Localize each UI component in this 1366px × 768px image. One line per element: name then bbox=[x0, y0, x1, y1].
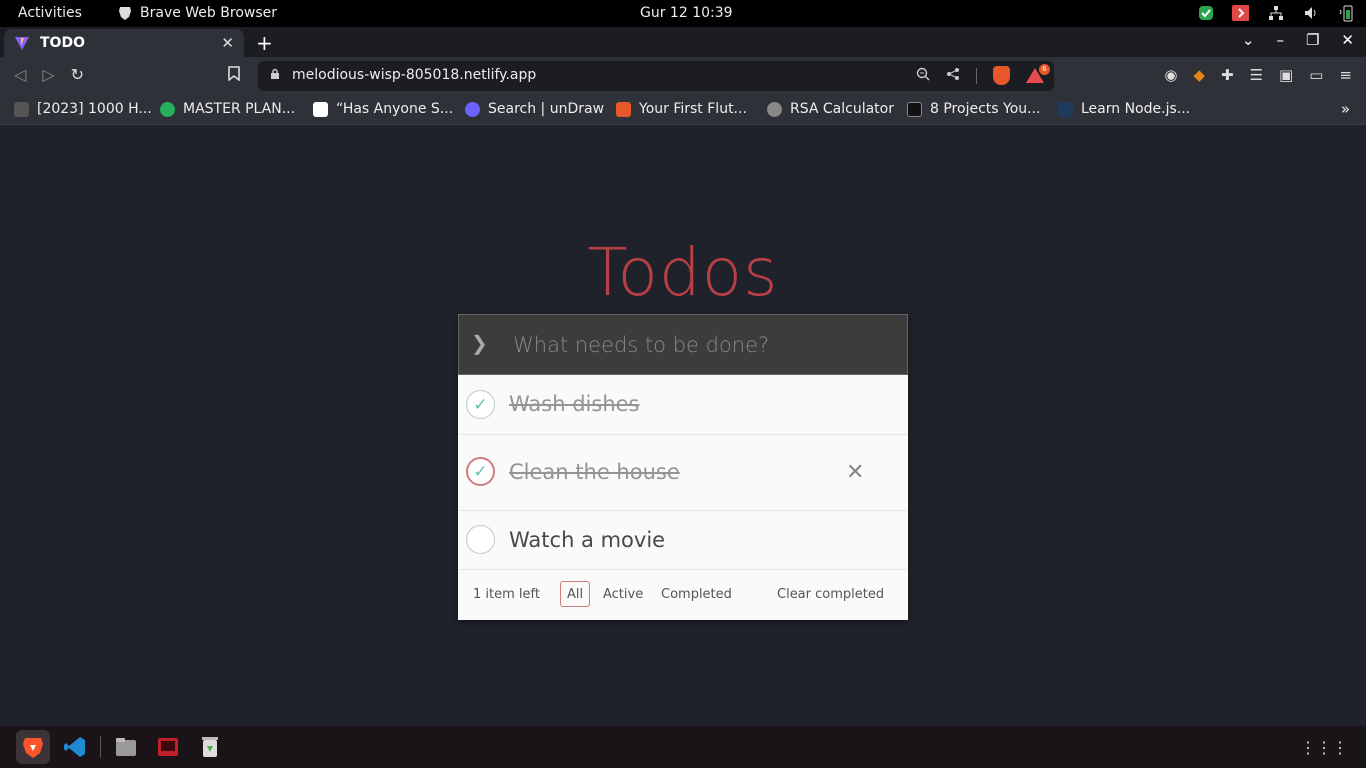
vite-favicon-icon bbox=[15, 37, 29, 50]
toggle-all-chevron-icon[interactable]: ❯ bbox=[471, 331, 488, 355]
brave-shields-icon[interactable] bbox=[993, 66, 1010, 85]
rewards-badge: 6 bbox=[1039, 63, 1050, 75]
bookmark-favicon-icon bbox=[313, 101, 328, 117]
address-bar[interactable]: melodious-wisp-805018.netlify.app 6 bbox=[258, 61, 1054, 91]
todo-label[interactable]: Wash dishes bbox=[509, 392, 640, 416]
url-text[interactable]: melodious-wisp-805018.netlify.app bbox=[292, 67, 536, 83]
tab-strip: TODO ✕ + ⌄ – ❐ ✕ bbox=[0, 27, 1366, 57]
page-content: Todos ❯ ✓ Wash dishes ✓ Clean the house … bbox=[0, 126, 1366, 726]
bookmark-favicon-icon bbox=[160, 101, 175, 117]
system-top-bar: Activities Brave Web Browser Gur 12 10:3… bbox=[0, 0, 1366, 27]
todo-item[interactable]: ✓ Wash dishes bbox=[458, 375, 908, 435]
activities-button[interactable]: Activities bbox=[18, 5, 82, 21]
maximize-icon[interactable]: ❐ bbox=[1306, 31, 1319, 49]
delete-todo-icon[interactable]: ✕ bbox=[846, 460, 864, 485]
todo-checkbox[interactable]: ✓ bbox=[466, 457, 495, 486]
sidebar-icon[interactable]: ▣ bbox=[1279, 66, 1293, 84]
bookmark-item[interactable]: Learn Node.js... bbox=[1058, 101, 1190, 117]
shield-check-icon[interactable] bbox=[1197, 4, 1214, 21]
separator bbox=[976, 67, 977, 84]
tab-close-icon[interactable]: ✕ bbox=[221, 34, 234, 52]
clock[interactable]: Gur 12 10:39 bbox=[640, 5, 733, 21]
bookmark-item[interactable]: Your First Flut... bbox=[616, 101, 747, 117]
bookmark-item[interactable]: MASTER PLAN... bbox=[160, 101, 295, 117]
zoom-icon[interactable] bbox=[916, 67, 930, 85]
brave-lion-icon bbox=[119, 7, 131, 20]
dock-files-icon[interactable] bbox=[109, 730, 143, 764]
share-icon[interactable] bbox=[946, 67, 960, 85]
todo-footer: 1 item left All Active Completed Clear c… bbox=[458, 570, 908, 620]
todo-label[interactable]: Watch a movie bbox=[509, 528, 665, 552]
bookmark-icon[interactable] bbox=[228, 66, 240, 85]
bookmark-item[interactable]: “Has Anyone S... bbox=[313, 101, 453, 117]
extensions-puzzle-icon[interactable]: ✚ bbox=[1221, 66, 1234, 84]
bookmarks-overflow-icon[interactable]: » bbox=[1341, 100, 1350, 118]
filter-all[interactable]: All bbox=[560, 581, 591, 607]
dock-trash-icon[interactable] bbox=[193, 730, 227, 764]
battery-icon[interactable] bbox=[1337, 4, 1354, 21]
bookmark-favicon-icon bbox=[767, 101, 782, 117]
bookmark-item[interactable]: 8 Projects You... bbox=[907, 101, 1040, 117]
brave-rewards-icon[interactable]: 6 bbox=[1026, 63, 1050, 84]
dock-brave-icon[interactable] bbox=[16, 730, 50, 764]
bookmark-favicon-icon bbox=[465, 101, 480, 117]
volume-icon[interactable] bbox=[1302, 4, 1319, 21]
browser-toolbar: ◁ ▷ ↻ melodious-wisp-805018.netlify.app … bbox=[0, 57, 1366, 95]
app-menu[interactable]: Brave Web Browser bbox=[118, 5, 277, 21]
tab-todo[interactable]: TODO ✕ bbox=[4, 29, 244, 57]
minimize-icon[interactable]: – bbox=[1276, 31, 1284, 49]
forward-icon[interactable]: ▷ bbox=[42, 65, 54, 84]
app-name-label: Brave Web Browser bbox=[140, 5, 277, 21]
todo-item[interactable]: ✓ Watch a movie bbox=[458, 511, 908, 570]
filter-completed[interactable]: Completed bbox=[654, 581, 739, 607]
lock-icon[interactable] bbox=[270, 67, 280, 83]
media-playlist-icon[interactable]: ☰ bbox=[1250, 66, 1263, 84]
show-apps-grid-icon[interactable]: ⋮⋮⋮ bbox=[1300, 738, 1348, 757]
items-left-count: 1 item left bbox=[473, 587, 540, 602]
vpn-icon[interactable]: ◉ bbox=[1164, 66, 1177, 84]
bookmark-favicon-icon bbox=[907, 101, 922, 117]
window-controls: ⌄ – ❐ ✕ bbox=[1242, 31, 1354, 49]
bookmark-item[interactable]: [2023] 1000 H... bbox=[14, 101, 152, 117]
reload-icon[interactable]: ↻ bbox=[71, 65, 84, 84]
new-todo-row: ❯ bbox=[458, 314, 908, 375]
tab-search-chevron-icon[interactable]: ⌄ bbox=[1242, 31, 1255, 49]
bookmark-item[interactable]: RSA Calculator bbox=[767, 101, 894, 117]
todo-label[interactable]: Clean the house bbox=[509, 460, 680, 484]
dock-app-icon[interactable] bbox=[151, 730, 185, 764]
todo-item[interactable]: ✓ Clean the house ✕ bbox=[458, 435, 908, 511]
dock-separator bbox=[100, 736, 101, 758]
bookmarks-bar: [2023] 1000 H... MASTER PLAN... “Has Any… bbox=[0, 95, 1366, 125]
todo-checkbox[interactable]: ✓ bbox=[466, 525, 495, 554]
tab-title: TODO bbox=[40, 35, 85, 51]
bookmark-favicon-icon bbox=[1058, 101, 1073, 117]
todo-checkbox[interactable]: ✓ bbox=[466, 390, 495, 419]
new-tab-button[interactable]: + bbox=[256, 31, 273, 55]
metamask-fox-icon[interactable]: ◆ bbox=[1193, 66, 1205, 84]
wallet-icon[interactable]: ▭ bbox=[1309, 66, 1323, 84]
page-title: Todos bbox=[587, 234, 779, 311]
bookmark-favicon-icon bbox=[616, 101, 631, 117]
filter-active[interactable]: Active bbox=[596, 581, 650, 607]
address-bar-actions: 6 bbox=[916, 63, 1050, 85]
nav-buttons: ◁ ▷ ↻ bbox=[14, 65, 84, 84]
dock: ⋮⋮⋮ bbox=[0, 726, 1366, 768]
system-tray[interactable] bbox=[1197, 4, 1354, 21]
network-icon[interactable] bbox=[1267, 4, 1284, 21]
bookmark-favicon-icon bbox=[14, 101, 29, 117]
extensions-area: ◉ ◆ ✚ ☰ ▣ ▭ ≡ bbox=[1164, 66, 1352, 84]
menu-icon[interactable]: ≡ bbox=[1339, 66, 1352, 84]
anydesk-icon[interactable] bbox=[1232, 4, 1249, 21]
dock-vscode-icon[interactable] bbox=[58, 730, 92, 764]
back-icon[interactable]: ◁ bbox=[14, 65, 26, 84]
new-todo-input[interactable] bbox=[513, 325, 893, 365]
todo-app: ❯ ✓ Wash dishes ✓ Clean the house ✕ ✓ Wa… bbox=[458, 314, 908, 620]
close-window-icon[interactable]: ✕ bbox=[1341, 31, 1354, 49]
bookmark-item[interactable]: Search | unDraw bbox=[465, 101, 604, 117]
clear-completed-button[interactable]: Clear completed bbox=[777, 587, 884, 602]
